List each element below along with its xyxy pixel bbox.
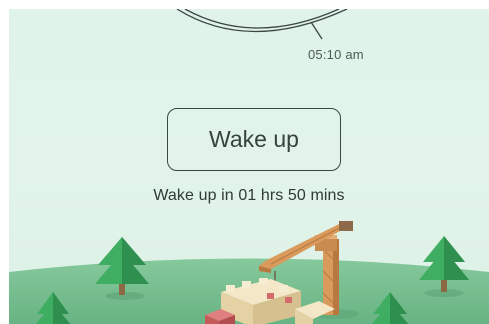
pine-tree-icon [35,292,71,324]
wake-up-button[interactable]: Wake up [167,108,341,171]
block-building-icon [221,278,335,324]
clock-dial-arc-icon [176,9,348,40]
wake-up-countdown: Wake up in 01 hrs 50 mins [153,187,345,204]
brick-pile-icon [205,309,235,324]
pine-tree-icon [419,236,469,297]
alarm-marker-icon [310,21,323,40]
sleep-alarm-screen: 05:10 am Wake up Wake up in 01 hrs 50 mi… [9,9,489,324]
alarm-time-label: 05:10 am [308,47,364,62]
pine-tree-icon [371,292,409,324]
construction-crane-icon [259,221,359,319]
hill [9,258,489,324]
pine-tree-icon [95,237,149,300]
